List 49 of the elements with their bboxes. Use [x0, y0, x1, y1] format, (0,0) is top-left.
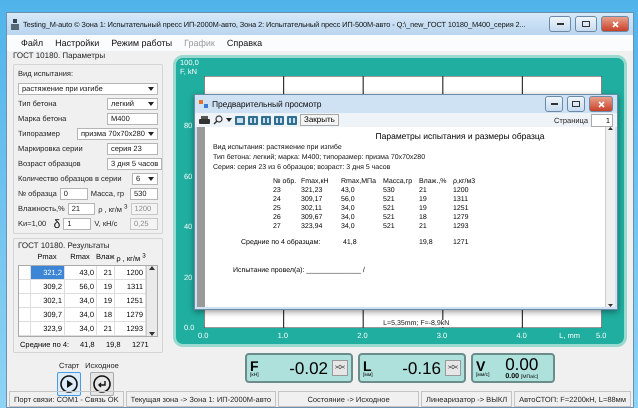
menu-item[interactable]: Файл: [21, 38, 44, 48]
maximize-button[interactable]: [575, 16, 597, 32]
scroll-up-icon[interactable]: [149, 266, 155, 270]
delta-symbol: δ: [54, 218, 60, 230]
caret-icon: [226, 118, 232, 122]
meter-value: 0.00: [505, 356, 538, 373]
maximize-button[interactable]: [567, 96, 585, 112]
minimize-button[interactable]: [545, 96, 563, 112]
close-button[interactable]: [601, 16, 629, 32]
return-icon: [93, 374, 111, 392]
scroll-down-icon[interactable]: [149, 332, 155, 336]
close-preview-button[interactable]: Закрыть: [300, 114, 339, 126]
printer-icon[interactable]: [199, 116, 210, 124]
meter-symbol: F: [250, 358, 259, 372]
report-heading: Параметры испытания и размеры образца: [374, 131, 546, 141]
group-title: ГОСТ 10180. Результаты: [18, 241, 111, 250]
menu-item[interactable]: Настройки: [55, 38, 100, 48]
menu-item[interactable]: Справка: [226, 38, 262, 48]
page-layout-icon[interactable]: [235, 116, 245, 124]
minimize-icon: [556, 22, 564, 26]
page-layout-icon[interactable]: [261, 116, 271, 124]
start-button[interactable]: [57, 372, 82, 396]
meter-symbol: L: [363, 358, 372, 372]
group-title: ГОСТ 10180. Параметры: [13, 51, 106, 60]
close-button[interactable]: [589, 96, 613, 112]
search-icon[interactable]: [213, 115, 223, 125]
meter-value: -0.16: [401, 360, 441, 376]
maximize-icon: [572, 101, 580, 107]
page-layout-icon[interactable]: [287, 116, 297, 124]
window-icon: [199, 100, 208, 108]
page-layout-icon[interactable]: [248, 116, 258, 124]
minimize-button[interactable]: [549, 16, 571, 32]
caret-icon: [148, 102, 154, 106]
scroll-down-icon[interactable]: [608, 304, 613, 307]
menu-item[interactable]: Режим работы: [111, 38, 172, 48]
close-icon: [598, 100, 604, 108]
page-layout-icon[interactable]: [274, 116, 284, 124]
close-icon: [612, 20, 618, 28]
caret-icon: [148, 132, 154, 136]
minimize-icon: [550, 102, 558, 106]
meter-value: -0.02: [288, 360, 328, 376]
dialog-title: Предварительный просмотр: [212, 99, 322, 109]
play-icon: [60, 374, 78, 392]
caret-icon: [148, 176, 154, 180]
meter-symbol: V: [476, 358, 486, 372]
maximize-icon: [582, 21, 590, 27]
caret-icon: [148, 86, 154, 90]
reset-button[interactable]: [90, 372, 114, 396]
app-icon: [11, 18, 19, 30]
